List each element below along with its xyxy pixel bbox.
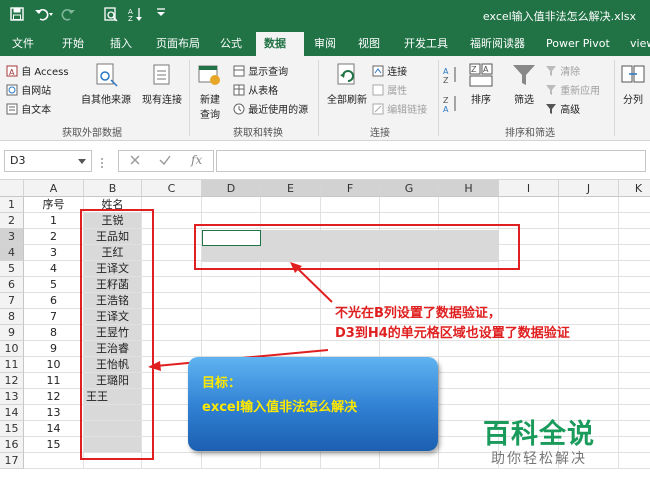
goal-callout: 目标： excel输入值非法怎么解决 <box>188 357 438 451</box>
watermark-tagline: 助你轻松解决 <box>491 451 587 467</box>
goal-title: 目标： <box>202 376 242 391</box>
annotation-line-1: 不光在B列设置了数据验证， <box>335 306 501 321</box>
watermark-brand: 百科全说 <box>483 419 595 450</box>
arrowhead-column-b <box>148 361 161 371</box>
annotation-line-2: D3到H4的单元格区域也设置了数据验证 <box>335 326 570 341</box>
arrow-to-range <box>295 266 333 303</box>
goal-text: excel输入值非法怎么解决 <box>202 400 358 415</box>
